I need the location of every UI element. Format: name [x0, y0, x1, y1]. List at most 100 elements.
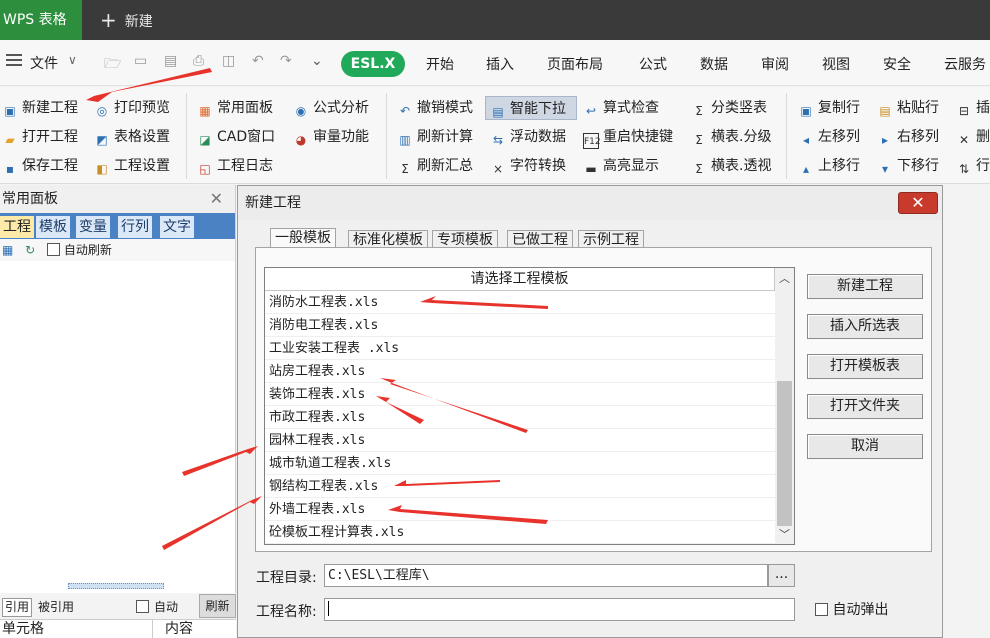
close-icon[interactable]: ✕ [210, 185, 223, 213]
auto-popup-checkbox[interactable] [815, 603, 828, 616]
undo-icon[interactable]: ↶ [252, 53, 264, 69]
project-log-button[interactable]: ◱ 工程日志 [197, 154, 273, 178]
restart-hotkey-button[interactable]: F12 重启快捷键 [583, 125, 673, 149]
save-icon[interactable]: ▭ [134, 53, 147, 69]
new-project-button[interactable]: 新建工程 [807, 274, 923, 299]
scroll-thumb[interactable] [777, 381, 792, 526]
open-project-button[interactable]: ▰ 打开工程 [2, 125, 78, 149]
move-row-up-button[interactable]: ▴ 上移行 [798, 154, 860, 178]
esl-tab[interactable]: ESL.X [341, 51, 405, 77]
project-dir-field[interactable]: C:\ESL\工程库\ [324, 564, 768, 587]
refresh-summary-button[interactable]: Σ 刷新汇总 [397, 154, 473, 178]
open-folder-button[interactable]: 打开文件夹 [807, 394, 923, 419]
new-project-button[interactable]: ▣ 新建工程 [2, 96, 78, 120]
audit-icon: ◕ [295, 133, 307, 147]
tool-icon[interactable]: ▦ [2, 243, 13, 257]
move-col-right-button[interactable]: ▸ 右移列 [877, 125, 939, 149]
tab-project[interactable]: 工程 [0, 216, 34, 238]
list-item[interactable]: 钢结构工程表.xls [265, 475, 775, 498]
chevron-up-icon[interactable]: ︿ [775, 270, 794, 288]
print-preview-button[interactable]: ◎ 打印预览 [94, 96, 170, 120]
delete-button[interactable]: ✕ 删 [956, 125, 990, 149]
list-item[interactable]: 砼模板工程计算表.xls [265, 521, 775, 544]
horizontal-level-button[interactable]: Σ 横表.分级 [691, 125, 771, 149]
tab-insert[interactable]: 插入 [486, 54, 514, 74]
auto-refresh-checkbox[interactable] [47, 243, 61, 256]
tab-start[interactable]: 开始 [426, 54, 454, 74]
move-col-left-button[interactable]: ◂ 左移列 [798, 125, 860, 149]
arrow-down-icon: ▾ [881, 162, 889, 176]
hamburger-icon[interactable] [6, 54, 22, 66]
audit-function-button[interactable]: ◕ 审量功能 [293, 125, 369, 149]
list-item[interactable]: 工业安装工程表 .xls [265, 337, 775, 360]
list-item[interactable]: 外墙工程表.xls [265, 498, 775, 521]
project-settings-button[interactable]: ◧ 工程设置 [94, 154, 170, 178]
list-item[interactable]: 消防水工程表.xls [265, 291, 775, 314]
tab-variable[interactable]: 变量 [76, 216, 110, 238]
tab-data[interactable]: 数据 [700, 54, 728, 74]
paste-icon: ▤ [879, 104, 891, 118]
category-vertical-button[interactable]: Σ 分类竖表 [691, 96, 767, 120]
panel-scrollbar[interactable] [68, 583, 164, 589]
undo-mode-button[interactable]: ↶ 撤销模式 [397, 96, 473, 120]
tab-text[interactable]: 文字 [160, 216, 194, 238]
tab-security[interactable]: 安全 [883, 54, 911, 74]
chevron-down-icon[interactable]: ∨ [68, 53, 77, 67]
tab-template[interactable]: 模板 [36, 216, 70, 238]
common-panel-button[interactable]: ▦ 常用面板 [197, 96, 273, 120]
file-menu[interactable]: 文件 [30, 53, 58, 73]
save-project-button[interactable]: ▪ 保存工程 [2, 154, 78, 178]
redo-icon[interactable]: ↷ [280, 53, 292, 69]
paste-row-button[interactable]: ▤ 粘贴行 [877, 96, 939, 120]
smart-dropdown-button[interactable]: ▤ 智能下拉 [485, 96, 577, 120]
browse-button[interactable]: ... [768, 564, 795, 587]
refresh-calc-button[interactable]: ▥ 刷新计算 [397, 125, 473, 149]
close-button[interactable]: ✕ [898, 192, 938, 214]
list-item[interactable]: 消防电工程表.xls [265, 314, 775, 337]
sort-row-button[interactable]: ⇅ 行 [956, 154, 990, 178]
insert-button[interactable]: ⊟ 插 [956, 96, 990, 120]
export-pdf-icon[interactable]: ▤ [164, 53, 177, 69]
floating-data-button[interactable]: ⇆ 浮动数据 [490, 125, 566, 149]
print-preview-icon[interactable]: ◫ [222, 53, 235, 69]
cancel-button[interactable]: 取消 [807, 434, 923, 459]
list-item[interactable]: 市政工程表.xls [265, 406, 775, 429]
tab-referenced-by[interactable]: 被引用 [36, 598, 76, 617]
new-tab-button[interactable]: + 新建 [100, 0, 153, 40]
ribbon-divider [186, 93, 187, 179]
auto-popup-option[interactable]: 自动弹出 [815, 599, 888, 619]
tab-review[interactable]: 审阅 [761, 54, 789, 74]
tab-page-layout[interactable]: 页面布局 [547, 54, 603, 74]
list-item[interactable]: 装饰工程表.xls [265, 383, 775, 406]
formula-analysis-button[interactable]: ◉ 公式分析 [293, 96, 369, 120]
tab-cloud[interactable]: 云服务 [944, 54, 986, 74]
more-icon[interactable]: ⌄ [311, 53, 323, 69]
list-item[interactable]: 园林工程表.xls [265, 429, 775, 452]
tab-formula[interactable]: 公式 [639, 54, 667, 74]
refresh-button[interactable]: 刷新 [199, 594, 236, 618]
print-icon[interactable]: ⎙ [193, 53, 204, 69]
app-tab[interactable]: WPS 表格 [0, 0, 82, 40]
list-item[interactable]: 站房工程表.xls [265, 360, 775, 383]
move-row-down-button[interactable]: ▾ 下移行 [877, 154, 939, 178]
refresh-icon[interactable]: ↻ [25, 243, 35, 257]
tab-view[interactable]: 视图 [822, 54, 850, 74]
table-settings-button[interactable]: ◩ 表格设置 [94, 125, 170, 149]
tab-rowcol[interactable]: 行列 [118, 216, 152, 238]
project-name-input[interactable] [324, 598, 795, 621]
char-convert-button[interactable]: × 字符转换 [490, 154, 566, 178]
tab-references[interactable]: 引用 [2, 598, 33, 617]
chevron-down-icon[interactable]: ﹀ [775, 526, 794, 544]
formula-check-button[interactable]: ↩ 算式检查 [583, 96, 659, 120]
open-folder-icon[interactable]: 🗁 [104, 53, 121, 77]
insert-selected-button[interactable]: 插入所选表 [807, 314, 923, 339]
auto-checkbox[interactable] [136, 600, 149, 613]
cad-window-button[interactable]: ◪ CAD窗口 [197, 125, 275, 149]
list-scrollbar[interactable]: ︿ ﹀ [775, 268, 794, 544]
horizontal-pivot-button[interactable]: Σ 横表.透视 [691, 154, 771, 178]
highlight-button[interactable]: ▬ 高亮显示 [583, 154, 659, 178]
open-template-button[interactable]: 打开模板表 [807, 354, 923, 379]
copy-row-button[interactable]: ▣ 复制行 [798, 96, 860, 120]
check-icon: ↩ [585, 104, 597, 118]
list-item[interactable]: 城市轨道工程表.xls [265, 452, 775, 475]
